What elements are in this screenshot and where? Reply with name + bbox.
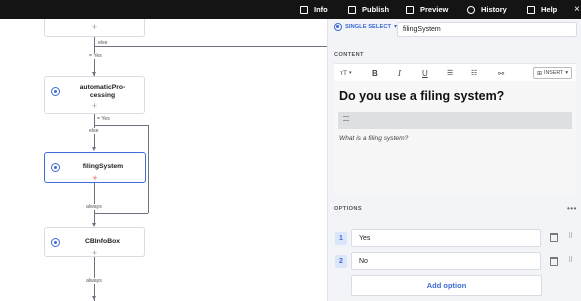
paragraph-icon	[343, 116, 349, 121]
text-style-button[interactable]: тT ▾	[340, 67, 351, 79]
italic-button[interactable]: I	[398, 67, 401, 79]
single-select-icon	[334, 23, 342, 31]
else-connector-line	[94, 125, 148, 126]
numbered-list-icon[interactable]: ☷	[471, 67, 477, 79]
more-options-icon[interactable]: •••	[567, 204, 577, 213]
preview-button[interactable]: Preview	[406, 0, 448, 19]
help-button[interactable]: Help	[527, 0, 557, 19]
rich-text-toolbar: тT ▾ B I U ☰ ☷ ⚯ ⊞ INSERT ▾	[334, 63, 576, 81]
chevron-down-icon: ▾	[348, 70, 352, 76]
node-title: automaticPro- cessing	[79, 84, 126, 99]
option-number: 1	[335, 232, 347, 245]
flow-canvas[interactable]: + else = Yes automaticPro- cessing + = Y…	[0, 19, 327, 301]
option-input[interactable]: No	[351, 252, 541, 270]
bullet-list-icon[interactable]: ☰	[447, 67, 453, 79]
connector-label-always: always	[85, 278, 103, 284]
info-button[interactable]: Info	[300, 0, 328, 19]
arrow-icon	[92, 147, 96, 151]
option-number: 2	[335, 255, 347, 268]
content-section-label: CONTENT	[334, 52, 364, 58]
connector-label-yes: = Yes	[96, 116, 111, 122]
bold-button[interactable]: B	[372, 67, 378, 79]
play-icon	[406, 5, 414, 14]
link-icon[interactable]: ⚯	[498, 67, 504, 79]
connector-label-else: else	[97, 40, 109, 46]
rocket-icon	[348, 5, 356, 14]
insert-button[interactable]: ⊞ INSERT ▾	[532, 67, 572, 79]
node-type-icon	[51, 163, 60, 172]
connector-label-yes: = Yes	[88, 53, 103, 59]
options-section-label: OPTIONS	[334, 206, 362, 212]
preview-label: Preview	[420, 5, 449, 14]
trash-icon[interactable]	[550, 257, 558, 266]
connector-label-always: always	[85, 204, 103, 210]
history-button[interactable]: History	[467, 0, 507, 19]
publish-button[interactable]: Publish	[348, 0, 389, 19]
flow-node-cbinfobox[interactable]: CBInfoBox +	[44, 227, 145, 258]
info-label: Info	[314, 5, 328, 14]
question-text[interactable]: Do you use a filing system?	[339, 89, 504, 103]
block-id-input[interactable]: filingSystem	[397, 22, 577, 37]
arrow-icon	[92, 296, 96, 300]
block-type-label: SINGLE SELECT	[345, 24, 392, 30]
node-title: CBInfoBox	[84, 238, 121, 245]
else-connector-line	[94, 213, 148, 214]
underline-button[interactable]: U	[422, 67, 428, 79]
flow-node-automatic-processing[interactable]: automaticPro- cessing +	[44, 76, 145, 114]
add-step-icon[interactable]: +	[45, 173, 145, 183]
block-editor-panel: SINGLE SELECT ▾ filingSystem CONTENT тT …	[327, 19, 581, 301]
text-style-icon: тT	[340, 69, 347, 77]
node-type-icon	[51, 238, 60, 247]
connector-label-else: else	[88, 128, 100, 134]
content-editor[interactable]: Do you use a filing system? What is a fi…	[334, 81, 576, 193]
help-label: Help	[541, 5, 558, 14]
info-icon	[300, 5, 308, 14]
else-connector-line	[148, 125, 149, 213]
plus-icon: ⊞	[536, 70, 542, 77]
trash-icon[interactable]	[550, 233, 558, 242]
flow-node-filing-system[interactable]: filingSystem +	[44, 152, 146, 183]
top-bar: Info Publish Preview History Help ×	[0, 0, 581, 19]
option-input[interactable]: Yes	[351, 229, 541, 247]
add-step-icon[interactable]: +	[44, 22, 145, 32]
drag-handle-icon[interactable]: ⠿	[568, 232, 573, 240]
history-label: History	[481, 5, 507, 14]
publish-label: Publish	[362, 5, 390, 14]
node-title: filingSystem	[82, 163, 124, 170]
add-option-button[interactable]: Add option	[351, 275, 542, 296]
block-type-selector[interactable]: SINGLE SELECT ▾	[334, 23, 397, 31]
node-type-icon	[51, 87, 60, 96]
helper-text[interactable]: What is a filing system?	[339, 135, 408, 142]
close-icon[interactable]: ×	[574, 0, 580, 19]
insert-label: INSERT	[544, 70, 564, 76]
history-icon	[467, 5, 475, 14]
drag-handle-icon[interactable]: ⠿	[568, 256, 573, 264]
else-connector-line	[94, 46, 327, 47]
help-icon	[527, 5, 535, 14]
add-step-icon[interactable]: +	[45, 101, 144, 111]
chevron-down-icon: ▾	[565, 70, 568, 76]
placeholder-block[interactable]	[338, 112, 572, 129]
